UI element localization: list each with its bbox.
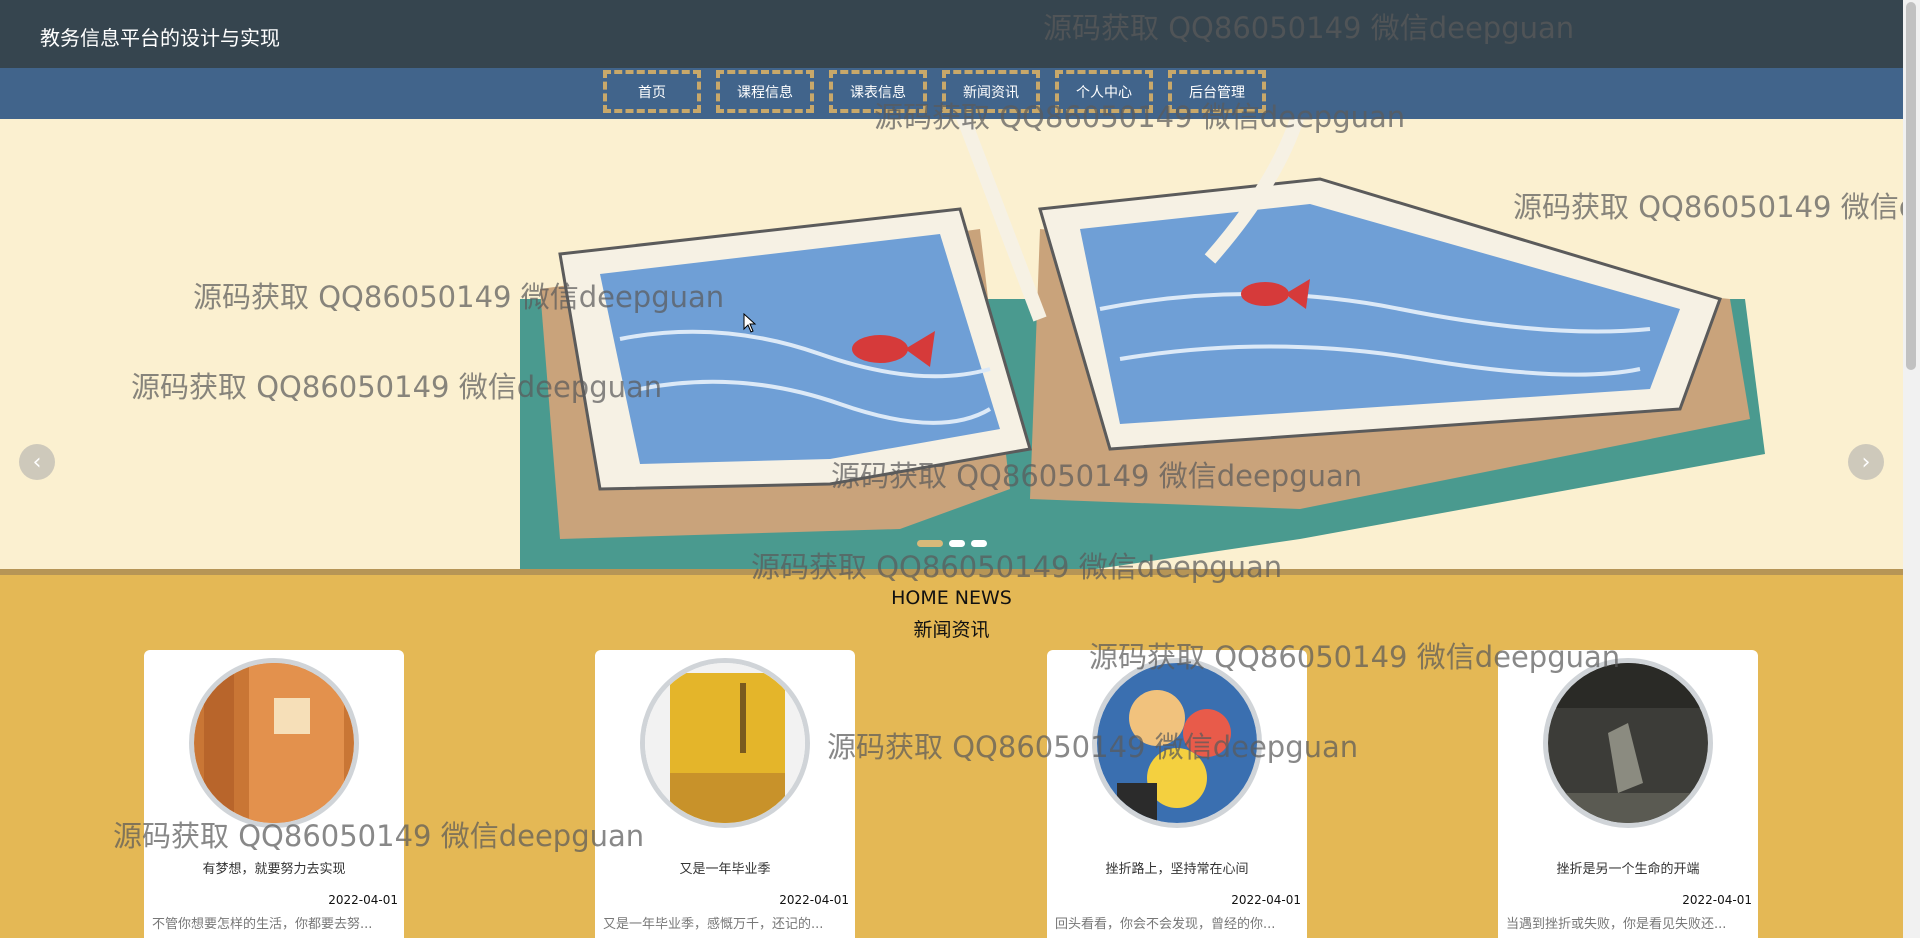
anime-poster-image	[1097, 663, 1257, 823]
news-thumbnail[interactable]	[1543, 658, 1713, 828]
nav-menu: 首页 课程信息 课表信息 新闻资讯 个人中心 后台管理	[603, 70, 1266, 117]
book-cover-image	[1548, 663, 1708, 823]
news-summary: 当遇到挫折或失败，你是看见失败还...	[1506, 917, 1727, 932]
mouse-cursor-icon	[743, 313, 757, 333]
carousel-banner: ‹ ›	[0, 119, 1903, 569]
nav-item-news[interactable]: 新闻资讯	[942, 70, 1040, 113]
book-cover-image	[194, 663, 354, 823]
carousel-dot-2[interactable]	[949, 540, 965, 547]
chevron-right-icon: ›	[1861, 449, 1871, 475]
news-title[interactable]: 挫折路上，坚持常在心间	[1047, 858, 1307, 877]
news-date: 2022-04-01	[1682, 893, 1752, 907]
news-heading-cn: 新闻资讯	[913, 619, 990, 641]
open-book-illustration	[520, 119, 1765, 569]
carousel-next-button[interactable]: ›	[1848, 444, 1884, 480]
nav-item-schedule[interactable]: 课表信息	[829, 70, 927, 113]
book-cover-image	[645, 663, 805, 823]
news-summary: 不管你想要怎样的生活，你都要去努...	[152, 917, 373, 932]
top-header-bar: 教务信息平台的设计与实现	[0, 0, 1903, 68]
scrollbar-thumb[interactable]	[1906, 2, 1916, 370]
news-card[interactable]: 有梦想，就要努力去实现 2022-04-01 不管你想要怎样的生活，你都要去努.…	[144, 650, 404, 950]
nav-item-profile[interactable]: 个人中心	[1055, 70, 1153, 113]
news-date: 2022-04-01	[328, 893, 398, 907]
carousel-dot-1[interactable]	[917, 540, 943, 547]
news-title[interactable]: 有梦想，就要努力去实现	[144, 858, 404, 877]
news-thumbnail[interactable]	[640, 658, 810, 828]
nav-item-home[interactable]: 首页	[603, 70, 701, 113]
news-title[interactable]: 挫折是另一个生命的开端	[1498, 858, 1758, 877]
news-heading-en: HOME NEWS	[891, 587, 1012, 609]
carousel-dot-3[interactable]	[971, 540, 987, 547]
news-title[interactable]: 又是一年毕业季	[595, 858, 855, 877]
news-thumbnail[interactable]	[1092, 658, 1262, 828]
carousel-prev-button[interactable]: ‹	[19, 444, 55, 480]
news-date: 2022-04-01	[1231, 893, 1301, 907]
carousel-indicators	[917, 540, 987, 547]
news-thumbnail[interactable]	[189, 658, 359, 828]
news-summary: 又是一年毕业季，感慨万千，还记的...	[603, 917, 824, 932]
nav-item-courses[interactable]: 课程信息	[716, 70, 814, 113]
main-navigation-bar: 首页 课程信息 课表信息 新闻资讯 个人中心 后台管理	[0, 68, 1903, 119]
app-title: 教务信息平台的设计与实现	[40, 26, 280, 50]
news-section: HOME NEWS 新闻资讯 有梦想，就要努力去实现 2022-04-01 不管…	[0, 575, 1903, 950]
nav-item-admin[interactable]: 后台管理	[1168, 70, 1266, 113]
news-card[interactable]: 挫折是另一个生命的开端 2022-04-01 当遇到挫折或失败，你是看见失败还.…	[1498, 650, 1758, 950]
news-card[interactable]: 挫折路上，坚持常在心间 2022-04-01 回头看看，你会不会发现，曾经的你.…	[1047, 650, 1307, 950]
news-summary: 回头看看，你会不会发现，曾经的你...	[1055, 917, 1276, 932]
news-date: 2022-04-01	[779, 893, 849, 907]
news-card[interactable]: 又是一年毕业季 2022-04-01 又是一年毕业季，感慨万千，还记的...	[595, 650, 855, 950]
chevron-left-icon: ‹	[32, 449, 42, 475]
